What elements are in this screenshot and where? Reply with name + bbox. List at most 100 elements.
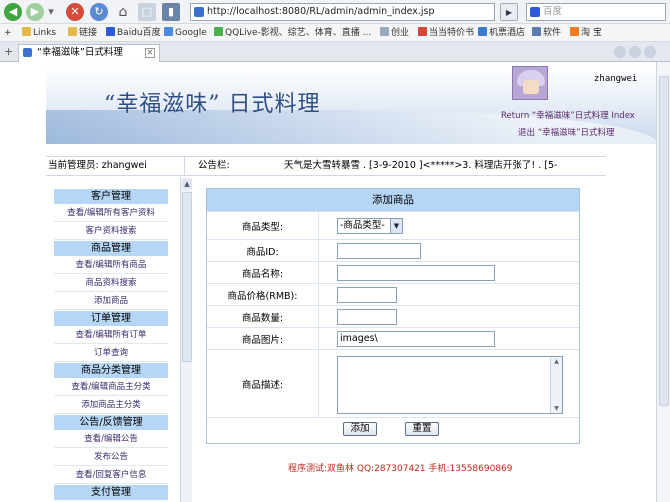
sidebar-item-view-products[interactable]: 查看/编辑所有商品 xyxy=(54,256,168,274)
bookmark-label: 创业 xyxy=(391,28,410,38)
product-qty-input[interactable] xyxy=(337,309,397,325)
product-desc-textarea[interactable]: ▲ ▼ xyxy=(337,356,563,414)
tab-scroll-right-icon[interactable] xyxy=(629,46,641,58)
bookmark-ruanjian[interactable]: 软件 xyxy=(532,24,562,41)
notice-marquee: 天气是大雪转暴雪 . [3-9-2010 ]<*****>3. 料理店开张了! … xyxy=(284,160,558,171)
return-index-link[interactable]: Return “幸福滋味”日式料理 Index xyxy=(501,109,635,121)
search-placeholder: 百度 xyxy=(543,6,563,17)
logout-link[interactable]: 退出 “幸福滋味”日式料理 xyxy=(518,126,615,138)
refresh-icon[interactable]: ↻ xyxy=(90,3,108,21)
sidebar-section-payments[interactable]: 支付管理 xyxy=(54,484,168,500)
row-product-id: 商品ID: xyxy=(207,239,579,261)
bookmark-label: 软件 xyxy=(543,28,562,38)
scroll-thumb[interactable] xyxy=(182,192,192,362)
sidebar-item-view-categories[interactable]: 查看/编辑商品主分类 xyxy=(54,378,168,396)
bookmark-icon[interactable]: ▮ xyxy=(162,3,180,21)
sidebar-item-publish-notice[interactable]: 发布公告 xyxy=(54,448,168,466)
sidebar-item-view-customers[interactable]: 查看/编辑所有客户资料 xyxy=(54,204,168,222)
qqlive-icon xyxy=(214,27,223,36)
scroll-up-icon[interactable]: ▲ xyxy=(553,358,560,365)
scroll-up-icon[interactable]: ▲ xyxy=(182,179,192,189)
folder-icon xyxy=(68,27,77,36)
sidebar-item-search-customers[interactable]: 客户资料搜索 xyxy=(54,222,168,240)
sidebar-section-notices[interactable]: 公告/反馈管理 xyxy=(54,414,168,430)
bookmark-label: 淘 宝 xyxy=(581,28,602,38)
sidebar-item-search-products[interactable]: 商品资料搜索 xyxy=(54,274,168,292)
product-image-input[interactable]: images\ xyxy=(337,331,495,347)
go-icon[interactable]: ▶ xyxy=(500,3,518,21)
sidebar-section-customers[interactable]: 客户管理 xyxy=(54,188,168,204)
history-icon[interactable]: □ xyxy=(138,3,156,21)
tab-favicon-icon xyxy=(23,48,32,57)
bookmark-label: Google xyxy=(175,28,207,38)
category-select[interactable]: -商品类型- ▼ xyxy=(337,218,403,234)
bookmark-dangdang[interactable]: 当当特价书 xyxy=(418,24,475,41)
bookmark-label: Links xyxy=(33,28,57,38)
product-price-input[interactable] xyxy=(337,287,397,303)
scroll-down-icon[interactable]: ▼ xyxy=(553,405,560,412)
row-buttons: 添加 重置 xyxy=(207,417,579,443)
page-favicon-icon xyxy=(194,7,204,17)
taobao-icon xyxy=(570,27,579,36)
sidebar-item-view-orders[interactable]: 查看/编辑所有订单 xyxy=(54,326,168,344)
sidebar-scrollbar[interactable]: ▲ xyxy=(180,178,192,502)
sidebar-item-view-notices[interactable]: 查看/编辑公告 xyxy=(54,430,168,448)
flight-icon xyxy=(478,27,487,36)
tab-scroll-left-icon[interactable] xyxy=(614,46,626,58)
sidebar-section-categories[interactable]: 商品分类管理 xyxy=(54,362,168,378)
address-bar[interactable]: http://localhost:8080/RL/admin/admin_ind… xyxy=(190,3,495,21)
page-scrollbar[interactable] xyxy=(656,62,670,502)
sidebar-item-add-product[interactable]: 添加商品 xyxy=(54,292,168,310)
page-icon xyxy=(380,27,389,36)
tab-bar: + “幸福滋味”日式料理 ✕ xyxy=(0,42,670,62)
bookmark-baidu[interactable]: Baidu百度 xyxy=(106,24,161,41)
product-desc-label: 商品描述: xyxy=(207,350,319,417)
sidebar-section-orders[interactable]: 订单管理 xyxy=(54,310,168,326)
bookmark-label: Baidu百度 xyxy=(117,28,161,38)
category-label: 商品类型: xyxy=(207,212,319,239)
product-name-label: 商品名称: xyxy=(207,262,319,283)
home-icon[interactable]: ⌂ xyxy=(114,3,132,21)
sidebar-item-add-category[interactable]: 添加商品主分类 xyxy=(54,396,168,414)
bookmark-jipiao[interactable]: 机票酒店 xyxy=(478,24,526,41)
bookmark-qqlive[interactable]: QQLive-影视、综艺、体育、直播 ... xyxy=(214,24,372,41)
product-id-input[interactable] xyxy=(337,243,421,259)
sidebar-item-search-orders[interactable]: 订单查询 xyxy=(54,344,168,362)
textarea-scrollbar[interactable]: ▲ ▼ xyxy=(550,357,562,413)
username: zhangwei xyxy=(594,74,638,84)
new-tab-icon[interactable]: + xyxy=(4,45,13,58)
sidebar-section-products[interactable]: 商品管理 xyxy=(54,240,168,256)
scroll-thumb[interactable] xyxy=(659,76,669,406)
footer-contact: 程序测试:双鱼林 QQ:287307421 手机:13558690869 xyxy=(288,464,513,474)
stop-icon[interactable]: ✕ xyxy=(66,3,84,21)
chevron-down-icon[interactable]: ▼ xyxy=(390,219,402,233)
google-icon xyxy=(164,27,173,36)
bookmark-lianjie[interactable]: 链接 xyxy=(68,24,97,41)
add-button[interactable]: 添加 xyxy=(343,422,377,436)
product-name-input[interactable] xyxy=(337,265,495,281)
product-id-label: 商品ID: xyxy=(207,240,319,261)
back-icon[interactable]: ◀ xyxy=(4,3,22,21)
close-tab-icon[interactable]: ✕ xyxy=(145,48,155,58)
product-qty-label: 商品数量: xyxy=(207,306,319,327)
folder-icon xyxy=(22,27,31,36)
reset-button[interactable]: 重置 xyxy=(405,422,439,436)
dropdown-icon[interactable]: ▾ xyxy=(46,3,56,21)
bookmark-label: 当当特价书 xyxy=(429,28,475,38)
baidu-icon xyxy=(530,7,540,17)
search-box[interactable]: 百度 xyxy=(526,3,666,21)
forward-icon[interactable]: ▶ xyxy=(26,3,44,21)
notice-label: 公告栏: xyxy=(198,160,230,171)
bookmark-taobao[interactable]: 淘 宝 xyxy=(570,24,602,41)
bookmark-add-icon[interactable]: + xyxy=(4,24,12,41)
bookmark-label: QQLive-影视、综艺、体育、直播 ... xyxy=(225,28,372,38)
bookmark-links[interactable]: Links xyxy=(22,24,57,41)
add-product-form: 添加商品 商品类型: -商品类型- ▼ 商品ID: 商品名称: 商品价格(RMB… xyxy=(206,188,580,444)
bookmark-label: 机票酒店 xyxy=(489,28,526,38)
row-product-name: 商品名称: xyxy=(207,261,579,283)
bookmark-chuangye[interactable]: 创业 xyxy=(380,24,410,41)
tab-list-icon[interactable] xyxy=(644,46,656,58)
sidebar-item-reply-messages[interactable]: 查看/回复客户信息 xyxy=(54,466,168,484)
bookmark-google[interactable]: Google xyxy=(164,24,207,41)
tab-active[interactable]: “幸福滋味”日式料理 ✕ xyxy=(18,44,160,62)
